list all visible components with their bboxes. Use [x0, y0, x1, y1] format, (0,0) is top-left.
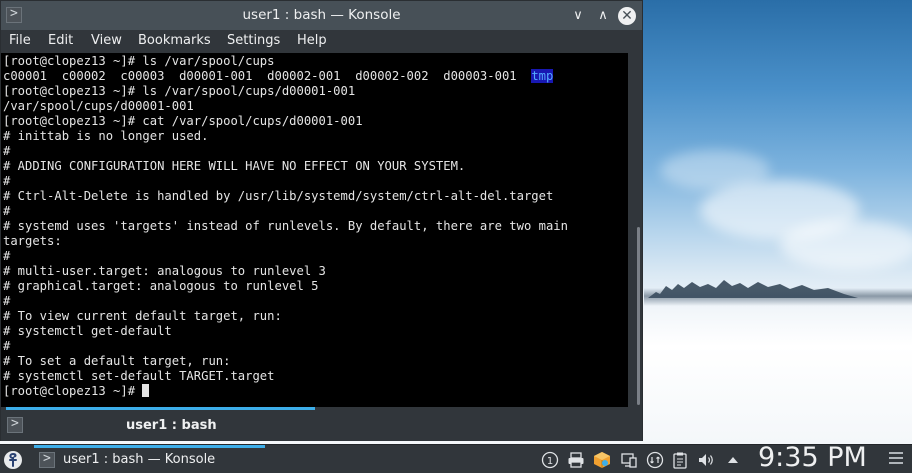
task-label: user1 : bash — Konsole	[63, 452, 216, 467]
menu-view[interactable]: View	[91, 33, 122, 48]
menubar: File Edit View Bookmarks Settings Help	[1, 30, 642, 53]
menu-help[interactable]: Help	[297, 33, 327, 48]
clipboard-icon[interactable]	[671, 451, 689, 469]
terminal-line: /var/spool/cups/d00001-001	[3, 99, 194, 113]
terminal-display[interactable]: [root@clopez13 ~]# ls /var/spool/cups c0…	[1, 53, 628, 407]
terminal-line: # systemctl set-default TARGET.target	[3, 369, 275, 383]
terminal-line: # To view current default target, run:	[3, 309, 282, 323]
network-icon[interactable]	[646, 451, 664, 469]
display-icon[interactable]	[620, 451, 638, 469]
minimize-button[interactable]: ∨	[569, 7, 587, 25]
notifications-icon[interactable]: 1	[541, 451, 559, 469]
terminal-line: #	[3, 294, 11, 308]
terminal-line: [root@clopez13 ~]# ls /var/spool/cups/d0…	[3, 84, 356, 98]
package-icon[interactable]	[593, 451, 611, 469]
terminal-line: [root@clopez13 ~]# ls /var/spool/cups	[3, 54, 275, 68]
task-active-indicator	[34, 445, 265, 448]
terminal-line: #	[3, 249, 11, 263]
terminal-line-text: c00001 c00002 c00003 d00001-001 d00002-0…	[3, 69, 532, 83]
terminal-line: #	[3, 339, 11, 353]
tab-user1-bash[interactable]: user1 : bash	[126, 418, 217, 433]
terminal-line: c00001 c00002 c00003 d00001-001 d00002-0…	[3, 69, 554, 84]
fedora-launcher-icon[interactable]	[3, 450, 23, 470]
terminal-cursor	[142, 384, 150, 397]
konsole-window: > user1 : bash — Konsole ∨ ∧ ✕ File Edit…	[0, 0, 643, 441]
horizon-reflection	[644, 288, 912, 306]
terminal-scrollbar[interactable]	[628, 53, 642, 407]
digital-clock[interactable]: 9:35 PM	[758, 442, 867, 473]
terminal-line: # ADDING CONFIGURATION HERE WILL HAVE NO…	[3, 159, 466, 173]
konsole-task-icon: >	[39, 451, 55, 468]
tmp-directory-entry: tmp	[531, 69, 554, 83]
menu-settings[interactable]: Settings	[227, 33, 280, 48]
new-tab-button[interactable]: >	[7, 416, 23, 433]
terminal-line: #	[3, 204, 11, 218]
menu-edit[interactable]: Edit	[48, 33, 73, 48]
taskbar: > user1 : bash — Konsole 1 9:35 PM	[0, 442, 912, 473]
terminal-line: #	[3, 144, 11, 158]
panel-menu-icon[interactable]	[889, 452, 903, 466]
maximize-button[interactable]: ∧	[594, 7, 612, 25]
terminal-line: # To set a default target, run:	[3, 354, 231, 368]
menu-bookmarks[interactable]: Bookmarks	[138, 33, 211, 48]
terminal-line: #	[3, 174, 11, 188]
tab-bar: > user1 : bash	[1, 407, 642, 441]
terminal-line: # systemd uses 'targets' instead of runl…	[3, 219, 568, 233]
terminal-line: # inittab is no longer used.	[3, 129, 209, 143]
terminal-prompt: [root@clopez13 ~]#	[3, 384, 143, 398]
terminal-line: targets:	[3, 234, 62, 248]
terminal-line: [root@clopez13 ~]# cat /var/spool/cups/d…	[3, 114, 363, 128]
terminal-line: # graphical.target: analogous to runleve…	[3, 279, 319, 293]
terminal-line: # Ctrl-Alt-Delete is handled by /usr/lib…	[3, 189, 554, 203]
terminal-line: # systemctl get-default	[3, 324, 172, 338]
notifications-badge: 1	[547, 456, 553, 467]
expand-tray-icon[interactable]	[724, 451, 742, 469]
printer-icon[interactable]	[567, 451, 585, 469]
scrollbar-thumb[interactable]	[637, 227, 640, 405]
active-tab-indicator	[6, 407, 315, 410]
close-button[interactable]: ✕	[618, 7, 636, 25]
volume-icon[interactable]	[697, 451, 715, 469]
terminal-prompt-line: [root@clopez13 ~]#	[3, 384, 150, 399]
terminal-line: # multi-user.target: analogous to runlev…	[3, 264, 326, 278]
window-title: user1 : bash — Konsole	[242, 7, 401, 23]
menu-file[interactable]: File	[9, 33, 31, 48]
task-konsole[interactable]: > user1 : bash — Konsole	[34, 445, 265, 473]
window-titlebar[interactable]: > user1 : bash — Konsole ∨ ∧ ✕	[1, 1, 642, 30]
